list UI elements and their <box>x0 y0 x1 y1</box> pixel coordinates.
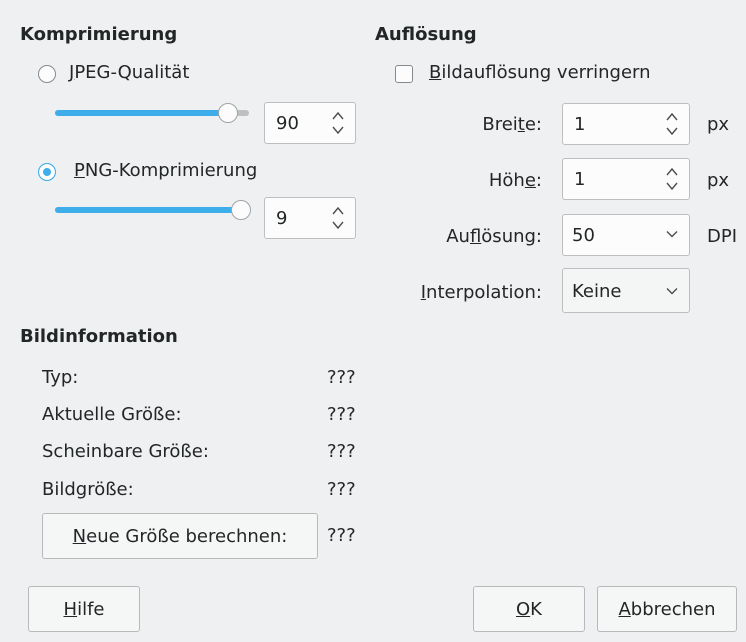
info-row-current-size-label: Aktuelle Größe: <box>42 404 182 425</box>
compression-heading: Komprimierung <box>20 24 178 45</box>
png-mnemonic: P <box>74 160 85 181</box>
png-compression-slider[interactable] <box>55 207 249 213</box>
height-spinbox[interactable]: 1 <box>562 158 690 200</box>
width-label-post: e: <box>524 114 542 135</box>
reduce-resolution-checkbox[interactable] <box>395 65 413 83</box>
png-compression-value: 9 <box>276 208 288 229</box>
jpeg-quality-value: 90 <box>276 113 299 134</box>
info-row-image-size-label: Bildgröße: <box>42 479 134 500</box>
calc-label-text: eue Größe berechnen: <box>86 525 288 547</box>
export-options-dialog: { "compression": { "heading": "Komprimie… <box>0 0 746 642</box>
spin-arrows-icon[interactable] <box>331 110 345 136</box>
reduce-mnemonic: B <box>429 62 442 83</box>
width-unit: px <box>707 114 730 135</box>
width-label-pre: Brei <box>482 114 518 135</box>
ok-label-text: K <box>530 598 542 620</box>
help-button[interactable]: Hilfe <box>28 586 140 632</box>
png-compression-spinbox[interactable]: 9 <box>264 197 356 239</box>
info-row-current-size-value: ??? <box>327 404 356 425</box>
dpi-label-post: lösung: <box>481 226 542 247</box>
spin-arrows-icon[interactable] <box>331 205 345 231</box>
cancel-label-text: bbrechen <box>630 598 716 620</box>
dpi-mnemonic: f <box>469 226 482 247</box>
height-label-post: : <box>535 170 542 191</box>
calculate-new-size-button[interactable]: Neue Größe berechnen: <box>42 513 318 559</box>
interpolation-value: Keine <box>572 281 622 302</box>
new-size-value: ??? <box>327 525 356 546</box>
png-label-text: NG-Komprimierung <box>84 160 258 181</box>
dpi-label: Auflösung: <box>400 226 542 247</box>
chevron-down-icon[interactable] <box>666 230 678 238</box>
cancel-button[interactable]: Abbrechen <box>597 586 737 632</box>
ok-mnemonic: O <box>516 598 531 620</box>
jpeg-label-text: PEG-Qualität <box>74 62 190 83</box>
interpolation-label-post: nterpolation: <box>426 282 542 303</box>
spin-arrows-icon[interactable] <box>665 166 679 192</box>
ok-button[interactable]: OK <box>473 586 585 632</box>
height-label-pre: Höh <box>488 170 525 191</box>
dpi-label-pre: Au <box>446 226 470 247</box>
chevron-down-icon[interactable] <box>666 287 678 295</box>
jpeg-radio[interactable] <box>38 65 56 83</box>
width-mnemonic: t <box>517 114 525 135</box>
png-slider-fill <box>55 207 249 213</box>
interpolation-combobox[interactable]: Keine <box>562 268 690 313</box>
png-radio-label[interactable]: PNG-Komprimierung <box>74 160 257 181</box>
png-slider-handle[interactable] <box>231 200 251 220</box>
height-unit: px <box>707 170 730 191</box>
reduce-label-text: ildauflösung verringern <box>441 62 651 83</box>
info-row-apparent-size-value: ??? <box>327 441 356 462</box>
info-row-image-size-value: ??? <box>327 479 356 500</box>
dpi-value: 50 <box>572 225 595 246</box>
info-row-type-value: ??? <box>327 367 356 388</box>
jpeg-quality-spinbox[interactable]: 90 <box>264 102 356 144</box>
jpeg-slider-fill <box>55 110 230 116</box>
width-spinbox[interactable]: 1 <box>562 103 690 145</box>
resolution-heading: Auflösung <box>375 24 477 45</box>
info-row-apparent-size-label: Scheinbare Größe: <box>42 441 209 462</box>
dpi-combobox[interactable]: 50 <box>562 214 690 256</box>
width-label: Breite: <box>440 114 542 135</box>
calc-mnemonic: N <box>72 525 87 547</box>
height-mnemonic: e <box>524 170 536 191</box>
width-value: 1 <box>574 114 586 135</box>
spin-arrows-icon[interactable] <box>665 111 679 137</box>
jpeg-radio-label[interactable]: JPEG-Qualität <box>69 62 189 83</box>
jpeg-slider-handle[interactable] <box>218 103 238 123</box>
help-mnemonic: H <box>63 598 78 620</box>
png-radio[interactable] <box>38 163 56 181</box>
help-label-text: ilfe <box>77 598 105 620</box>
cancel-mnemonic: A <box>618 598 631 620</box>
interpolation-label: Interpolation: <box>380 282 542 303</box>
dpi-unit: DPI <box>707 226 738 247</box>
reduce-resolution-label[interactable]: Bildauflösung verringern <box>429 62 651 83</box>
image-info-heading: Bildinformation <box>20 326 178 347</box>
height-value: 1 <box>574 169 586 190</box>
info-row-type-label: Typ: <box>42 367 79 388</box>
height-label: Höhe: <box>440 170 542 191</box>
